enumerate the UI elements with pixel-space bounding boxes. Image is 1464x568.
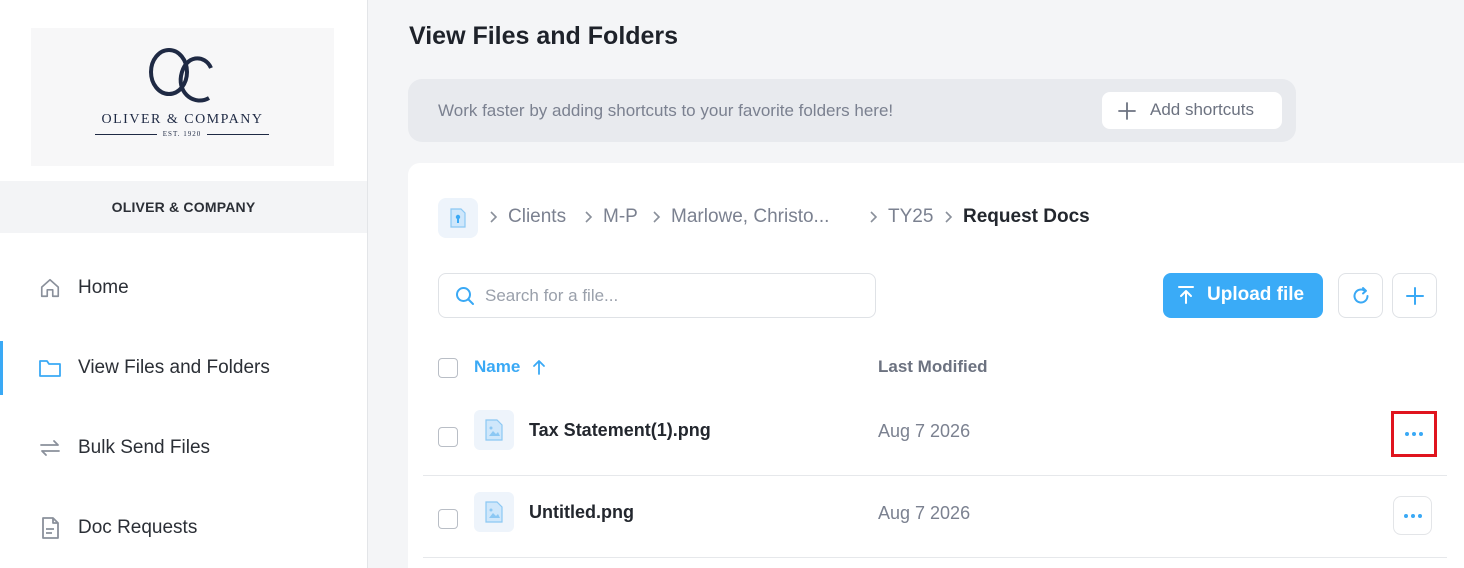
row-checkbox[interactable] xyxy=(438,427,458,447)
sidebar-item-home[interactable]: Home xyxy=(0,261,367,315)
sidebar-item-label: View Files and Folders xyxy=(78,357,270,378)
sidebar-item-label: Home xyxy=(78,277,129,298)
select-all-checkbox[interactable] xyxy=(438,358,458,378)
chevron-right-icon xyxy=(490,211,498,223)
column-header-last-modified[interactable]: Last Modified xyxy=(878,357,988,377)
sidebar: OLIVER & COMPANY EST. 1920 OLIVER & COMP… xyxy=(0,0,368,568)
row-checkbox[interactable] xyxy=(438,509,458,529)
shortcuts-banner: Work faster by adding shortcuts to your … xyxy=(408,79,1296,142)
active-indicator xyxy=(0,341,3,395)
refresh-button[interactable] xyxy=(1338,273,1383,318)
breadcrumb-item[interactable]: Clients xyxy=(508,206,566,228)
home-icon xyxy=(38,276,62,300)
vault-icon xyxy=(450,208,466,228)
breadcrumb-item[interactable]: M-P xyxy=(603,206,638,228)
folder-icon xyxy=(38,356,62,380)
files-panel: Clients M-P Marlowe, Christo... TY25 Req… xyxy=(408,163,1464,568)
page-title: View Files and Folders xyxy=(409,22,679,50)
upload-icon xyxy=(1178,286,1194,304)
chevron-right-icon xyxy=(653,211,661,223)
search-box xyxy=(438,273,876,318)
file-modified-date: Aug 7 2026 xyxy=(878,421,971,441)
refresh-icon xyxy=(1353,286,1368,303)
add-shortcuts-button[interactable]: Add shortcuts xyxy=(1102,92,1282,129)
search-icon xyxy=(456,287,474,305)
chevron-right-icon xyxy=(945,211,953,223)
sidebar-item-view-files[interactable]: View Files and Folders xyxy=(0,341,367,395)
breadcrumb-item[interactable]: Marlowe, Christo... xyxy=(671,206,829,228)
more-horizontal-icon xyxy=(1403,513,1422,518)
sidebar-item-doc-requests[interactable]: Doc Requests xyxy=(0,501,367,555)
breadcrumb-item[interactable]: TY25 xyxy=(888,206,933,228)
more-horizontal-icon xyxy=(1405,432,1423,436)
more-options-button[interactable] xyxy=(1391,411,1437,457)
logo-wordmark: OLIVER & COMPANY xyxy=(101,112,264,127)
more-options-button[interactable] xyxy=(1393,496,1432,535)
transfer-icon xyxy=(38,436,62,460)
company-logo: OLIVER & COMPANY EST. 1920 xyxy=(31,28,334,166)
chevron-right-icon xyxy=(585,211,593,223)
breadcrumb-root[interactable] xyxy=(438,198,478,238)
sidebar-item-label: Bulk Send Files xyxy=(78,437,211,458)
document-icon xyxy=(38,516,62,540)
file-name[interactable]: Untitled.png xyxy=(529,502,634,523)
image-file-icon xyxy=(474,492,514,532)
table-row[interactable]: Untitled.png Aug 7 2026 xyxy=(423,476,1447,558)
search-input[interactable] xyxy=(485,282,865,310)
plus-icon xyxy=(1405,286,1424,305)
company-name: OLIVER & COMPANY xyxy=(0,181,367,233)
chevron-right-icon xyxy=(870,211,878,223)
row-divider xyxy=(423,557,1447,558)
logo-monogram xyxy=(149,48,213,103)
logo-est: EST. 1920 xyxy=(95,130,269,138)
table-row[interactable]: Tax Statement(1).png Aug 7 2026 xyxy=(423,394,1447,476)
sort-ascending-icon[interactable] xyxy=(532,358,546,376)
add-button[interactable] xyxy=(1392,273,1437,318)
sidebar-item-bulk-send[interactable]: Bulk Send Files xyxy=(0,421,367,475)
sidebar-item-label: Doc Requests xyxy=(78,517,198,538)
file-modified-date: Aug 7 2026 xyxy=(878,503,971,523)
column-header-name[interactable]: Name xyxy=(474,357,520,377)
plus-icon xyxy=(1118,102,1136,120)
image-file-icon xyxy=(474,410,514,450)
upload-file-button[interactable]: Upload file xyxy=(1163,273,1323,318)
shortcuts-hint: Work faster by adding shortcuts to your … xyxy=(438,101,894,120)
file-name[interactable]: Tax Statement(1).png xyxy=(529,420,711,441)
breadcrumb-current: Request Docs xyxy=(963,206,1090,227)
